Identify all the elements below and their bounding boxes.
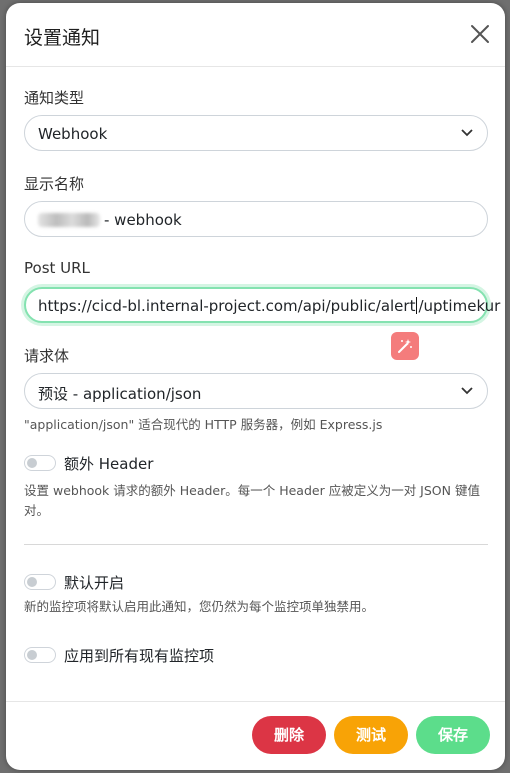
request-body-hint: "application/json" 适合现代的 HTTP 服务器，例如 Exp… [24, 417, 383, 432]
request-body-select[interactable]: 预设 - application/json [24, 373, 488, 409]
default-enabled-hint: 新的监控项将默认启用此通知，您仍然为每个监控项单独禁用。 [24, 599, 375, 614]
save-button[interactable]: 保存 [416, 716, 490, 754]
display-name-suffix: - webhook [104, 211, 182, 229]
default-enabled-toggle[interactable] [24, 574, 56, 590]
notification-settings-dialog: 设置通知 通知类型 Webhook 显示名称 - webhook Post UR… [6, 3, 505, 770]
chevron-down-icon [461, 129, 473, 137]
dialog-header: 设置通知 [6, 3, 505, 67]
magic-wand-icon [398, 339, 412, 353]
apply-existing-toggle[interactable] [24, 647, 56, 663]
post-url-value-start: https://cicd-bl.internal-project.com/api… [38, 297, 416, 315]
extra-header-label: 额外 Header [64, 455, 154, 473]
display-name-input[interactable]: - webhook [24, 201, 488, 237]
dialog-title: 设置通知 [24, 27, 101, 49]
notify-type-select[interactable]: Webhook [24, 115, 488, 151]
apply-existing-label: 应用到所有现有监控项 [64, 647, 215, 665]
extra-header-hint: 设置 webhook 请求的额外 Header。每一个 Header 应被定义为… [24, 483, 480, 518]
notify-type-value: Webhook [38, 125, 108, 143]
delete-button[interactable]: 删除 [252, 716, 326, 754]
redacted-name [38, 213, 100, 227]
post-url-label: Post URL [24, 259, 90, 277]
extra-header-toggle[interactable] [24, 455, 56, 471]
close-icon[interactable] [469, 23, 491, 45]
request-body-value: 预设 - application/json [38, 385, 202, 403]
magic-wand-button[interactable] [391, 332, 419, 360]
post-url-value-end: /uptimekur [418, 297, 501, 315]
request-body-label: 请求体 [24, 347, 70, 365]
chevron-down-icon [461, 387, 473, 395]
display-name-label: 显示名称 [24, 175, 85, 193]
section-divider [24, 544, 488, 545]
post-url-input[interactable]: https://cicd-bl.internal-project.com/api… [24, 287, 500, 323]
default-enabled-label: 默认开启 [64, 574, 125, 592]
notify-type-label: 通知类型 [24, 89, 85, 107]
test-button[interactable]: 测试 [334, 716, 408, 754]
dialog-footer-divider [6, 701, 505, 702]
